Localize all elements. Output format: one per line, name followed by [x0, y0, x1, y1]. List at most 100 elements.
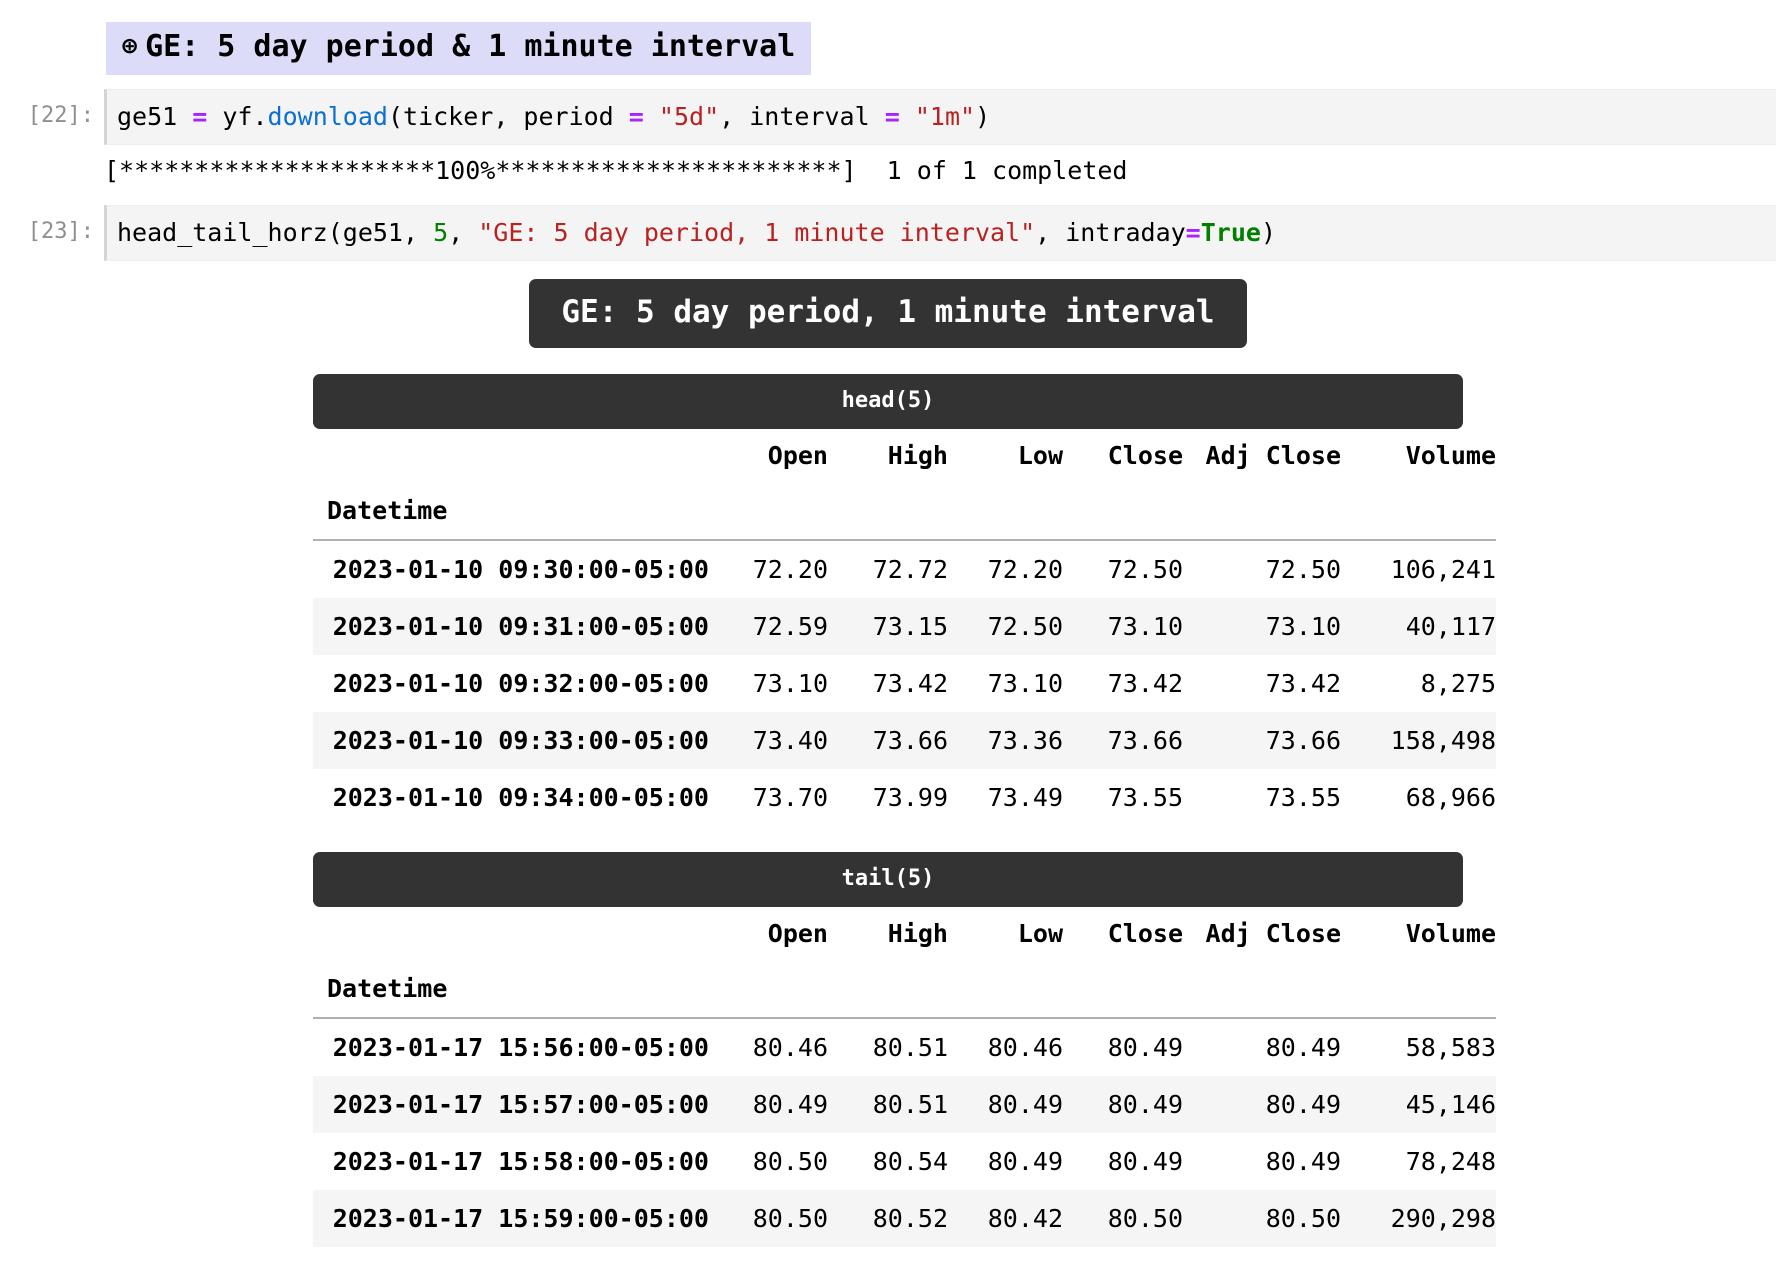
table-cell: 68,966	[1405, 782, 1496, 812]
table-cell: 80.52	[872, 1203, 948, 1233]
cell-prompt-22: [22]:	[27, 102, 94, 128]
index-row-filler	[1183, 959, 1341, 1018]
table-cell: 73.66	[872, 725, 948, 755]
table-cell: 290,298	[1390, 1203, 1496, 1233]
table-cell: 80.49	[752, 1089, 828, 1119]
markdown-cell[interactable]: ⊕ GE: 5 day period & 1 minute interval	[0, 0, 1776, 75]
table-cell: 45,146	[1405, 1089, 1496, 1119]
row-index-datetime: 2023-01-10 09:31:00-05:00	[332, 611, 709, 641]
column-header[interactable]: Open	[713, 907, 828, 959]
row-index-datetime: 2023-01-17 15:57:00-05:00	[332, 1089, 709, 1119]
table-row[interactable]: 2023-01-10 09:31:00-05:00 72.59 73.15 72.50…	[313, 597, 1496, 655]
code-cell-23[interactable]: [23]: head_tail_horz(ge51, 5, "GE: 5 day…	[0, 204, 1776, 261]
table-cell: 73.42	[872, 668, 948, 698]
table-cell: 72.20	[713, 538, 828, 598]
column-header-row: Open High Low Close Adj Close Volume	[313, 429, 1496, 481]
table-cell: 73.10	[1265, 611, 1341, 641]
table-cell: 73.10	[752, 668, 828, 698]
code-token: (ticker, period	[387, 101, 629, 131]
table-cell: 78,248	[1405, 1146, 1496, 1176]
code-token: "1m"	[914, 101, 976, 131]
anchor-link-icon[interactable]: ⊕	[122, 31, 137, 60]
code-token: download	[267, 101, 388, 131]
table-cell: 80.49	[1063, 1016, 1183, 1076]
row-index-datetime: 2023-01-10 09:32:00-05:00	[332, 668, 709, 698]
table-row[interactable]: 2023-01-10 09:33:00-05:00 73.40 73.66 73.36…	[313, 711, 1496, 769]
table-row[interactable]: 2023-01-17 15:56:00-05:00 80.46 80.51 80.46…	[313, 1016, 1496, 1076]
row-index-datetime: 2023-01-10 09:30:00-05:00	[313, 538, 713, 598]
code-token: =	[884, 101, 900, 131]
table-cell: 80.49	[1265, 1146, 1341, 1176]
code-input-23[interactable]: head_tail_horz(ge51, 5, "GE: 5 day perio…	[104, 204, 1776, 261]
dataframe-tables: head(5) Open High Low Close Adj Close Volume Da…	[313, 348, 1496, 1247]
download-progress-text: [*********************100%**************…	[104, 155, 1128, 185]
table-cell: 80.49	[987, 1146, 1063, 1176]
row-index-datetime: 2023-01-10 09:34:00-05:00	[332, 782, 709, 812]
column-header[interactable]: High	[828, 907, 948, 959]
table-cell: 158,498	[1390, 725, 1496, 755]
column-header[interactable]: Low	[948, 429, 1063, 481]
table-row[interactable]: 2023-01-17 15:59:00-05:00 80.50 80.52 80.42…	[313, 1189, 1496, 1247]
column-header[interactable]: High	[828, 429, 948, 481]
cell-output-23: GE: 5 day period, 1 minute interval head…	[0, 278, 1776, 1247]
column-header[interactable]: Open	[713, 429, 828, 481]
column-header[interactable]: Close	[1063, 429, 1183, 481]
row-index-datetime: 2023-01-17 15:56:00-05:00	[313, 1016, 713, 1076]
table-row[interactable]: 2023-01-10 09:30:00-05:00 72.20 72.72 72.20…	[313, 538, 1496, 598]
table-cell: 40,117	[1405, 611, 1496, 641]
column-header-row: Open High Low Close Adj Close Volume	[313, 907, 1496, 959]
column-header[interactable]: Adj Close	[1183, 907, 1341, 959]
index-row-filler	[713, 481, 828, 540]
table-row[interactable]: 2023-01-10 09:32:00-05:00 73.10 73.42 73.10…	[313, 655, 1496, 712]
code-token: ,	[448, 217, 479, 247]
dataframe-block: head(5) Open High Low Close Adj Close Volume Da…	[313, 373, 1496, 826]
index-row-filler	[948, 959, 1063, 1018]
code-token: 5	[433, 217, 449, 247]
index-row-filler	[1183, 481, 1341, 540]
page-title-text: GE: 5 day period & 1 minute interval	[145, 29, 796, 64]
column-header[interactable]: Close	[1063, 907, 1183, 959]
row-index-datetime: 2023-01-17 15:58:00-05:00	[332, 1146, 709, 1176]
index-row-filler	[828, 481, 948, 540]
stdout-row-22: [*********************100%**************…	[0, 151, 1776, 191]
column-header[interactable]: Volume	[1341, 429, 1496, 481]
table-row[interactable]: 2023-01-17 15:57:00-05:00 80.49 80.51 80.49…	[313, 1075, 1496, 1133]
table-cell: 80.50	[1107, 1203, 1183, 1233]
index-row-filler	[1341, 481, 1496, 540]
table-cell: 73.36	[987, 725, 1063, 755]
code-token: "GE: 5 day period, 1 minute interval"	[478, 217, 1036, 247]
table-row[interactable]: 2023-01-10 09:34:00-05:00 73.70 73.99 73.49…	[313, 769, 1496, 826]
column-header[interactable]: Adj Close	[1183, 429, 1341, 481]
index-row-filler	[828, 959, 948, 1018]
table-cell: 72.50	[1183, 538, 1341, 598]
table-cell: 80.49	[1107, 1146, 1183, 1176]
table-cell: 80.49	[1265, 1089, 1341, 1119]
code-cell-22[interactable]: [22]: ge51 = yf.download(ticker, period …	[0, 88, 1776, 145]
index-row-filler	[948, 481, 1063, 540]
index-row-filler	[1063, 959, 1183, 1018]
code-token: =	[1185, 217, 1201, 247]
table-cell: 73.10	[1107, 611, 1183, 641]
table-cell: 58,583	[1341, 1016, 1496, 1076]
code-token: , intraday	[1035, 217, 1186, 247]
table-cell: 80.49	[1183, 1016, 1341, 1076]
table-cell: 73.70	[752, 782, 828, 812]
index-name: Datetime	[327, 495, 448, 525]
cell-prompt-23: [23]:	[27, 218, 94, 244]
index-header-blank	[313, 907, 713, 959]
table-cell: 73.99	[872, 782, 948, 812]
table-cell: 106,241	[1341, 538, 1496, 598]
table-row[interactable]: 2023-01-17 15:58:00-05:00 80.50 80.54 80.49…	[313, 1133, 1496, 1190]
column-header[interactable]: Volume	[1341, 907, 1496, 959]
row-index-datetime: 2023-01-10 09:33:00-05:00	[332, 725, 709, 755]
code-token: yf.	[207, 101, 268, 131]
code-input-22[interactable]: ge51 = yf.download(ticker, period = "5d"…	[104, 88, 1776, 145]
table-cell: 80.50	[752, 1146, 828, 1176]
table-cell: 73.10	[987, 668, 1063, 698]
code-token: )	[1260, 217, 1277, 247]
dataframe-table: Open High Low Close Adj Close Volume Datetime 2…	[313, 429, 1496, 826]
column-header[interactable]: Low	[948, 907, 1063, 959]
table-cell: 73.40	[752, 725, 828, 755]
table-cell: 72.59	[752, 611, 828, 641]
